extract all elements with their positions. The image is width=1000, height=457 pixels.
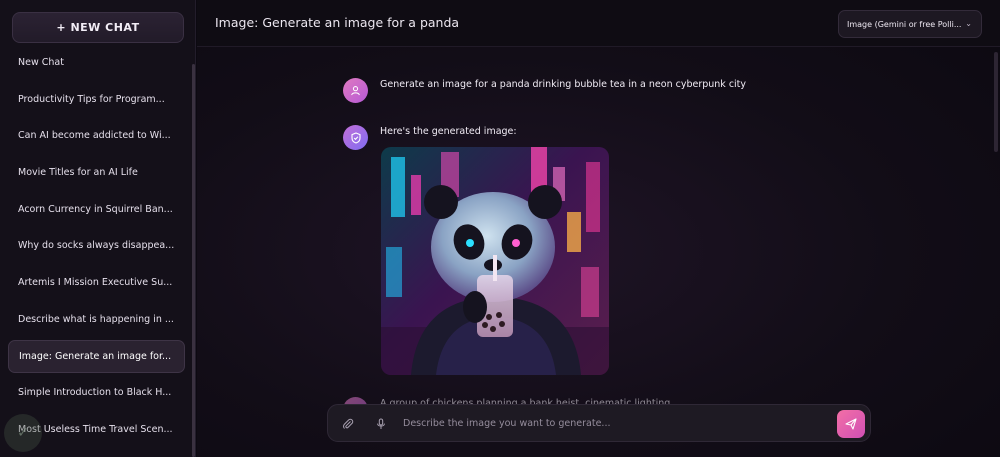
chat-history-list: New Chat Productivity Tips for Program..… bbox=[8, 46, 185, 450]
history-item[interactable]: Why do socks always disappea... bbox=[8, 229, 185, 262]
send-icon bbox=[845, 418, 857, 430]
assistant-message-text: Here's the generated image: bbox=[380, 126, 517, 137]
composer: Describe the image you want to generate.… bbox=[327, 404, 871, 442]
prompt-input[interactable]: Describe the image you want to generate.… bbox=[403, 418, 610, 429]
model-select-label: Image (Gemini or free Polli... bbox=[847, 19, 962, 29]
chevron-down-icon: ⌄ bbox=[965, 19, 972, 28]
user-avatar-icon bbox=[343, 78, 368, 103]
model-select[interactable]: Image (Gemini or free Polli... ⌄ bbox=[838, 10, 982, 38]
history-item-active[interactable]: Image: Generate an image for... bbox=[8, 339, 185, 373]
watermark-icon: ✓ bbox=[4, 414, 42, 452]
new-chat-button[interactable]: + NEW CHAT bbox=[12, 12, 184, 43]
history-item[interactable]: New Chat bbox=[8, 46, 185, 79]
shield-check-icon bbox=[343, 125, 368, 150]
history-item[interactable]: Acorn Currency in Squirrel Ban... bbox=[8, 193, 185, 226]
history-item[interactable]: Artemis I Mission Executive Su... bbox=[8, 266, 185, 299]
paperclip-icon[interactable] bbox=[339, 415, 357, 433]
microphone-icon[interactable] bbox=[372, 415, 390, 433]
history-item[interactable]: Productivity Tips for Program... bbox=[8, 83, 185, 116]
chat-header: Image: Generate an image for a panda Ima… bbox=[197, 0, 1000, 47]
sidebar-scrollbar[interactable] bbox=[192, 64, 195, 457]
history-item[interactable]: Simple Introduction to Black H... bbox=[8, 376, 185, 409]
chat-title: Image: Generate an image for a panda bbox=[215, 15, 460, 30]
send-button[interactable] bbox=[837, 410, 865, 438]
user-message-text: Generate an image for a panda drinking b… bbox=[380, 79, 747, 90]
history-item[interactable]: Describe what is happening in ... bbox=[8, 303, 185, 336]
generated-image[interactable] bbox=[381, 147, 609, 375]
sidebar: + NEW CHAT New Chat Productivity Tips fo… bbox=[0, 0, 196, 457]
history-item[interactable]: Can AI become addicted to Wi... bbox=[8, 119, 185, 152]
chat-scrollbar[interactable] bbox=[994, 52, 998, 152]
history-item[interactable]: Movie Titles for an AI Life bbox=[8, 156, 185, 189]
chat-main: Image: Generate an image for a panda Ima… bbox=[197, 0, 1000, 457]
